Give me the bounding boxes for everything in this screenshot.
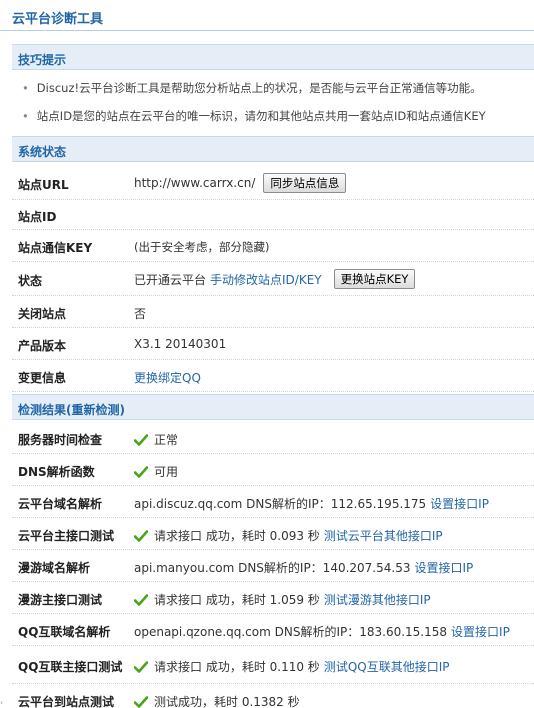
state-value-cell: 已开通云平台 手动修改站点ID/KEY 更换站点KEY: [134, 269, 416, 289]
change-info-row: 变更信息 更换绑定QQ: [12, 360, 534, 392]
checks-section-header[interactable]: 检测结果(重新检测): [12, 394, 534, 420]
change-bound-qq-link[interactable]: 更换绑定QQ: [134, 369, 201, 386]
check-row: 漫游域名解析 api.manyou.com DNS解析的IP：140.207.54…: [12, 550, 534, 582]
check-result-text: api.discuz.qq.com DNS解析的IP：112.65.195.17…: [134, 497, 427, 511]
checks-header-label[interactable]: 检测结果(重新检测): [18, 401, 125, 418]
status-section-header: 系统状态: [12, 136, 534, 162]
check-value-cell: 正常: [134, 431, 178, 448]
check-value-cell: api.discuz.qq.com DNS解析的IP：112.65.195.17…: [134, 495, 489, 512]
check-label: 云平台到站点测试: [18, 695, 115, 708]
tip-text: 站点ID是您的站点在云平台的唯一标识，请勿和其他站点共用一套站点ID和站点通信K…: [36, 109, 486, 123]
check-row: 云平台到站点测试 测试成功，耗时 0.1382 秒: [12, 684, 534, 708]
bullet-icon: •: [22, 109, 29, 123]
tips-header-label: 技巧提示: [18, 53, 67, 67]
check-result-text: openapi.qzone.qq.com DNS解析的IP：183.60.15.…: [134, 625, 448, 639]
check-action-link[interactable]: 测试云平台其他接口IP: [324, 527, 443, 544]
change-site-key-button[interactable]: 更换站点KEY: [333, 269, 416, 289]
check-icon: [134, 465, 148, 478]
check-value-cell: 请求接口 成功，耗时 0.110 秒测试QQ互联其他接口IP: [134, 658, 449, 675]
check-action-link[interactable]: 设置接口IP: [414, 559, 473, 576]
check-row: 服务器时间检查 正常: [12, 422, 534, 454]
version-label: 产品版本: [18, 339, 67, 353]
check-value-cell: api.manyou.com DNS解析的IP：140.207.54.53 设置接…: [134, 559, 473, 576]
tip-item: • 站点ID是您的站点在云平台的唯一标识，请勿和其他站点共用一套站点ID和站点通信…: [22, 108, 486, 124]
check-icon: [134, 593, 148, 606]
site-key-value: (出于安全考虑，部分隐藏): [134, 240, 270, 254]
change-info-label: 变更信息: [18, 371, 67, 385]
bullet-icon: •: [22, 81, 29, 95]
check-icon: [134, 433, 148, 446]
sync-site-info-button[interactable]: 同步站点信息: [263, 173, 347, 193]
check-label: QQ互联域名解析: [18, 625, 111, 639]
check-icon: [134, 529, 148, 542]
site-key-row: 站点通信KEY (出于安全考虑，部分隐藏): [12, 230, 534, 262]
closed-site-value: 否: [134, 307, 147, 321]
state-label: 状态: [18, 274, 43, 288]
tips-section-header: 技巧提示: [12, 44, 534, 70]
site-url-value: http://www.carrx.cn/: [134, 176, 256, 190]
site-url-row: 站点URL http://www.carrx.cn/ 同步站点信息: [12, 166, 534, 200]
version-row: 产品版本 X3.1 20140301: [12, 328, 534, 360]
check-value-cell: 请求接口 成功，耗时 0.093 秒测试云平台其他接口IP: [134, 527, 443, 544]
check-icon: [134, 695, 148, 708]
check-row: QQ互联主接口测试 请求接口 成功，耗时 0.110 秒测试QQ互联其他接口IP: [12, 646, 534, 684]
change-info-value-cell: 更换绑定QQ: [134, 369, 201, 386]
closed-site-row: 关闭站点 否: [12, 296, 534, 328]
check-label: 云平台域名解析: [18, 497, 103, 511]
check-label: 漫游域名解析: [18, 561, 91, 575]
closed-site-label: 关闭站点: [18, 307, 67, 321]
check-result-text: api.manyou.com DNS解析的IP：140.207.54.53: [134, 561, 411, 575]
check-row: 云平台主接口测试 请求接口 成功，耗时 0.093 秒测试云平台其他接口IP: [12, 518, 534, 550]
tip-text: Discuz!云平台诊断工具是帮助您分析站点上的状况，是否能与云平台正常通信等功…: [36, 81, 482, 95]
check-value-cell: openapi.qzone.qq.com DNS解析的IP：183.60.15.…: [134, 623, 510, 640]
check-label: 云平台主接口测试: [18, 529, 115, 543]
check-label: QQ互联主接口测试: [18, 660, 123, 674]
site-id-label: 站点ID: [18, 210, 57, 224]
check-value-cell: 可用: [134, 463, 178, 480]
check-label: DNS解析函数: [18, 465, 95, 479]
check-row: 云平台域名解析 api.discuz.qq.com DNS解析的IP：112.65…: [12, 486, 534, 518]
check-result-text: 正常: [154, 433, 179, 447]
site-id-row: 站点ID: [12, 200, 534, 230]
title-divider: [0, 30, 534, 31]
page-title: 云平台诊断工具: [12, 12, 104, 27]
check-action-link[interactable]: 设置接口IP: [430, 495, 489, 512]
check-action-link[interactable]: 测试漫游其他接口IP: [324, 591, 431, 608]
check-row: 漫游主接口测试 请求接口 成功，耗时 1.059 秒测试漫游其他接口IP: [12, 582, 534, 614]
check-icon: [134, 660, 148, 673]
site-url-value-cell: http://www.carrx.cn/ 同步站点信息: [134, 173, 347, 193]
status-header-label: 系统状态: [18, 145, 67, 159]
check-result-text: 请求接口 成功，耗时 0.110 秒: [154, 660, 320, 674]
check-result-text: 测试成功，耗时 0.1382 秒: [154, 695, 300, 708]
check-result-text: 可用: [154, 465, 179, 479]
state-value: 已开通云平台: [134, 272, 207, 287]
version-value: X3.1 20140301: [134, 337, 227, 351]
check-row: QQ互联域名解析 openapi.qzone.qq.com DNS解析的IP：18…: [12, 614, 534, 646]
check-row: DNS解析函数 可用: [12, 454, 534, 486]
state-row: 状态 已开通云平台 手动修改站点ID/KEY 更换站点KEY: [12, 262, 534, 296]
site-url-label: 站点URL: [18, 178, 69, 192]
corner-mark: ‹: [0, 698, 4, 707]
check-action-link[interactable]: 设置接口IP: [451, 623, 510, 640]
check-result-text: 请求接口 成功，耗时 1.059 秒: [154, 593, 320, 607]
edit-site-id-key-link[interactable]: 手动修改站点ID/KEY: [210, 271, 322, 288]
tip-item: • Discuz!云平台诊断工具是帮助您分析站点上的状况，是否能与云平台正常通信等…: [22, 80, 482, 96]
site-key-label: 站点通信KEY: [18, 241, 93, 255]
check-value-cell: 请求接口 成功，耗时 1.059 秒测试漫游其他接口IP: [134, 591, 431, 608]
check-value-cell: 测试成功，耗时 0.1382 秒: [134, 693, 300, 708]
check-result-text: 请求接口 成功，耗时 0.093 秒: [154, 529, 320, 543]
check-label: 漫游主接口测试: [18, 593, 103, 607]
check-action-link[interactable]: 测试QQ互联其他接口IP: [324, 658, 450, 675]
check-label: 服务器时间检查: [18, 433, 103, 447]
